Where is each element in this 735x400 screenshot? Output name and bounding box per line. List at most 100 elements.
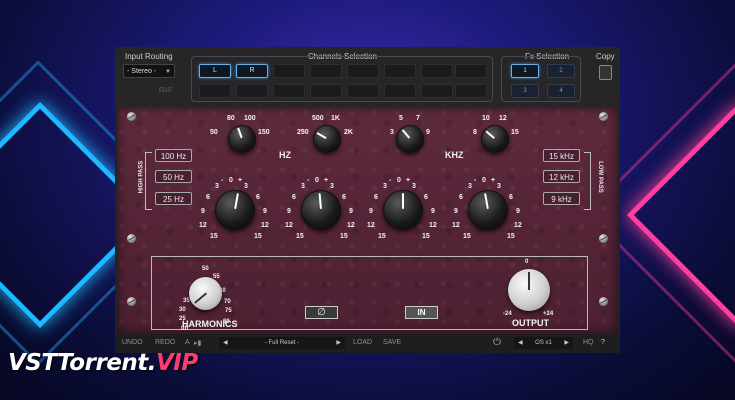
channel-slot[interactable] xyxy=(384,64,416,78)
undo-button[interactable]: UNDO xyxy=(122,339,143,346)
channel-slot[interactable] xyxy=(421,84,453,98)
gain-tick: 3 xyxy=(383,183,387,190)
save-button[interactable]: SAVE xyxy=(383,339,401,346)
help-button[interactable]: ? xyxy=(601,339,605,346)
freq-tick: 5 xyxy=(399,115,403,122)
low-pass-12khz-button[interactable]: 12 kHz xyxy=(543,170,580,183)
freq-tick: 9 xyxy=(426,129,430,136)
freq-tick: 500 xyxy=(312,115,324,122)
freq-tick: 2K xyxy=(344,129,353,136)
freq-tick: 100 xyxy=(244,115,256,122)
screw-icon xyxy=(599,297,608,306)
channel-slot[interactable] xyxy=(347,84,379,98)
freq-tick: 3 xyxy=(390,129,394,136)
input-routing-label: Input Routing xyxy=(125,52,173,61)
high-pass-50hz-button[interactable]: 50 Hz xyxy=(155,170,192,183)
harmonics-tick: 30 xyxy=(179,307,186,313)
hq-button[interactable]: HQ xyxy=(583,339,594,346)
channel-slot[interactable] xyxy=(273,84,305,98)
freq-tick: 10 xyxy=(482,115,490,122)
khz-unit-label: KHZ xyxy=(445,150,464,160)
power-icon[interactable]: ⏻ xyxy=(493,337,501,348)
harmonics-knob[interactable] xyxy=(189,277,222,310)
high-mid-gain-knob[interactable] xyxy=(383,190,423,230)
channel-slot[interactable] xyxy=(384,84,416,98)
gain-tick: 3 xyxy=(412,183,416,190)
channel-slot[interactable] xyxy=(455,64,487,78)
channel-slot[interactable] xyxy=(236,84,268,98)
low-pass-15khz-button[interactable]: 15 kHz xyxy=(543,149,580,162)
oversampling-selector[interactable]: ◀ OS x1 ▶ xyxy=(514,337,573,349)
low-freq-knob[interactable] xyxy=(228,125,256,153)
preset-next-icon[interactable]: ▶ xyxy=(336,337,341,349)
channel-r-button[interactable]: R xyxy=(236,64,268,78)
os-prev-icon[interactable]: ◀ xyxy=(518,337,523,349)
fx-1-button[interactable]: 1 xyxy=(511,64,539,78)
edit-button[interactable]: EDIT xyxy=(159,88,173,94)
gain-tick: + xyxy=(491,177,496,184)
channel-slot[interactable] xyxy=(347,64,379,78)
input-routing-select[interactable]: - Stereo - ▼ xyxy=(123,64,175,78)
freq-tick: 80 xyxy=(227,115,235,122)
ab-compare-button[interactable]: A xyxy=(185,339,190,346)
high-freq-knob[interactable] xyxy=(481,125,509,153)
preset-selector[interactable]: ◀ - Full Reset - ▶ xyxy=(219,337,345,349)
channel-slot[interactable] xyxy=(310,84,342,98)
fx-4-button[interactable]: 4 xyxy=(547,84,575,98)
gain-tick: 9 xyxy=(349,208,353,215)
input-routing-value: - Stereo - xyxy=(127,68,157,75)
gain-tick: 12 xyxy=(452,222,460,229)
gain-tick: 9 xyxy=(431,208,435,215)
gain-tick: 15 xyxy=(340,233,348,240)
output-knob[interactable] xyxy=(508,269,550,311)
fx-2-button[interactable]: 2 xyxy=(547,64,575,78)
harmonics-tick: 70 xyxy=(224,299,231,305)
low-mid-freq-knob[interactable] xyxy=(313,125,341,153)
gain-tick: + xyxy=(238,177,243,184)
redo-button[interactable]: REDO xyxy=(155,339,175,346)
gain-tick: 6 xyxy=(256,194,260,201)
preset-prev-icon[interactable]: ◀ xyxy=(223,337,228,349)
gain-tick: 9 xyxy=(454,208,458,215)
fx-3-button[interactable]: 3 xyxy=(511,84,539,98)
gain-tick: + xyxy=(324,177,329,184)
channel-slot[interactable] xyxy=(421,64,453,78)
high-mid-freq-knob[interactable] xyxy=(396,125,424,153)
channel-slot[interactable] xyxy=(273,64,305,78)
low-gain-knob[interactable] xyxy=(215,190,255,230)
copy-label: Copy xyxy=(596,52,615,61)
gain-tick: - xyxy=(221,177,224,184)
high-pass-bracket xyxy=(145,152,152,210)
preset-name: - Full Reset - xyxy=(264,340,300,346)
high-gain-knob[interactable] xyxy=(468,190,508,230)
load-button[interactable]: LOAD xyxy=(353,339,372,346)
low-mid-gain-knob[interactable] xyxy=(301,190,341,230)
low-pass-9khz-button[interactable]: 9 kHz xyxy=(543,192,580,205)
freq-tick: 15 xyxy=(511,129,519,136)
channel-slot[interactable] xyxy=(199,84,231,98)
gain-tick: 3 xyxy=(468,183,472,190)
copy-button[interactable] xyxy=(599,65,612,80)
os-next-icon[interactable]: ▶ xyxy=(564,337,569,349)
gain-tick: 0 xyxy=(482,177,486,184)
gain-tick: 15 xyxy=(378,233,386,240)
ab-copy-icon[interactable]: ▸▮ xyxy=(194,339,201,347)
channel-slot[interactable] xyxy=(310,64,342,78)
gain-tick: 0 xyxy=(397,177,401,184)
high-pass-100hz-button[interactable]: 100 Hz xyxy=(155,149,192,162)
in-bypass-button[interactable]: IN xyxy=(405,306,438,319)
watermark-logo: VSTTorrent.VIP xyxy=(8,350,198,376)
watermark-logo-vip: VIP xyxy=(156,350,198,376)
gain-tick: 6 xyxy=(292,194,296,201)
gain-tick: 6 xyxy=(459,194,463,201)
gain-tick: 9 xyxy=(369,208,373,215)
phase-invert-button[interactable]: ∅ xyxy=(305,306,338,319)
gain-tick: + xyxy=(406,177,411,184)
freq-tick: 250 xyxy=(297,129,309,136)
high-pass-25hz-button[interactable]: 25 Hz xyxy=(155,192,192,205)
output-label: OUTPUT xyxy=(512,318,549,328)
gain-tick: 12 xyxy=(285,222,293,229)
channel-l-button[interactable]: L xyxy=(199,64,231,78)
channel-slot[interactable] xyxy=(455,84,487,98)
screw-icon xyxy=(127,112,136,121)
